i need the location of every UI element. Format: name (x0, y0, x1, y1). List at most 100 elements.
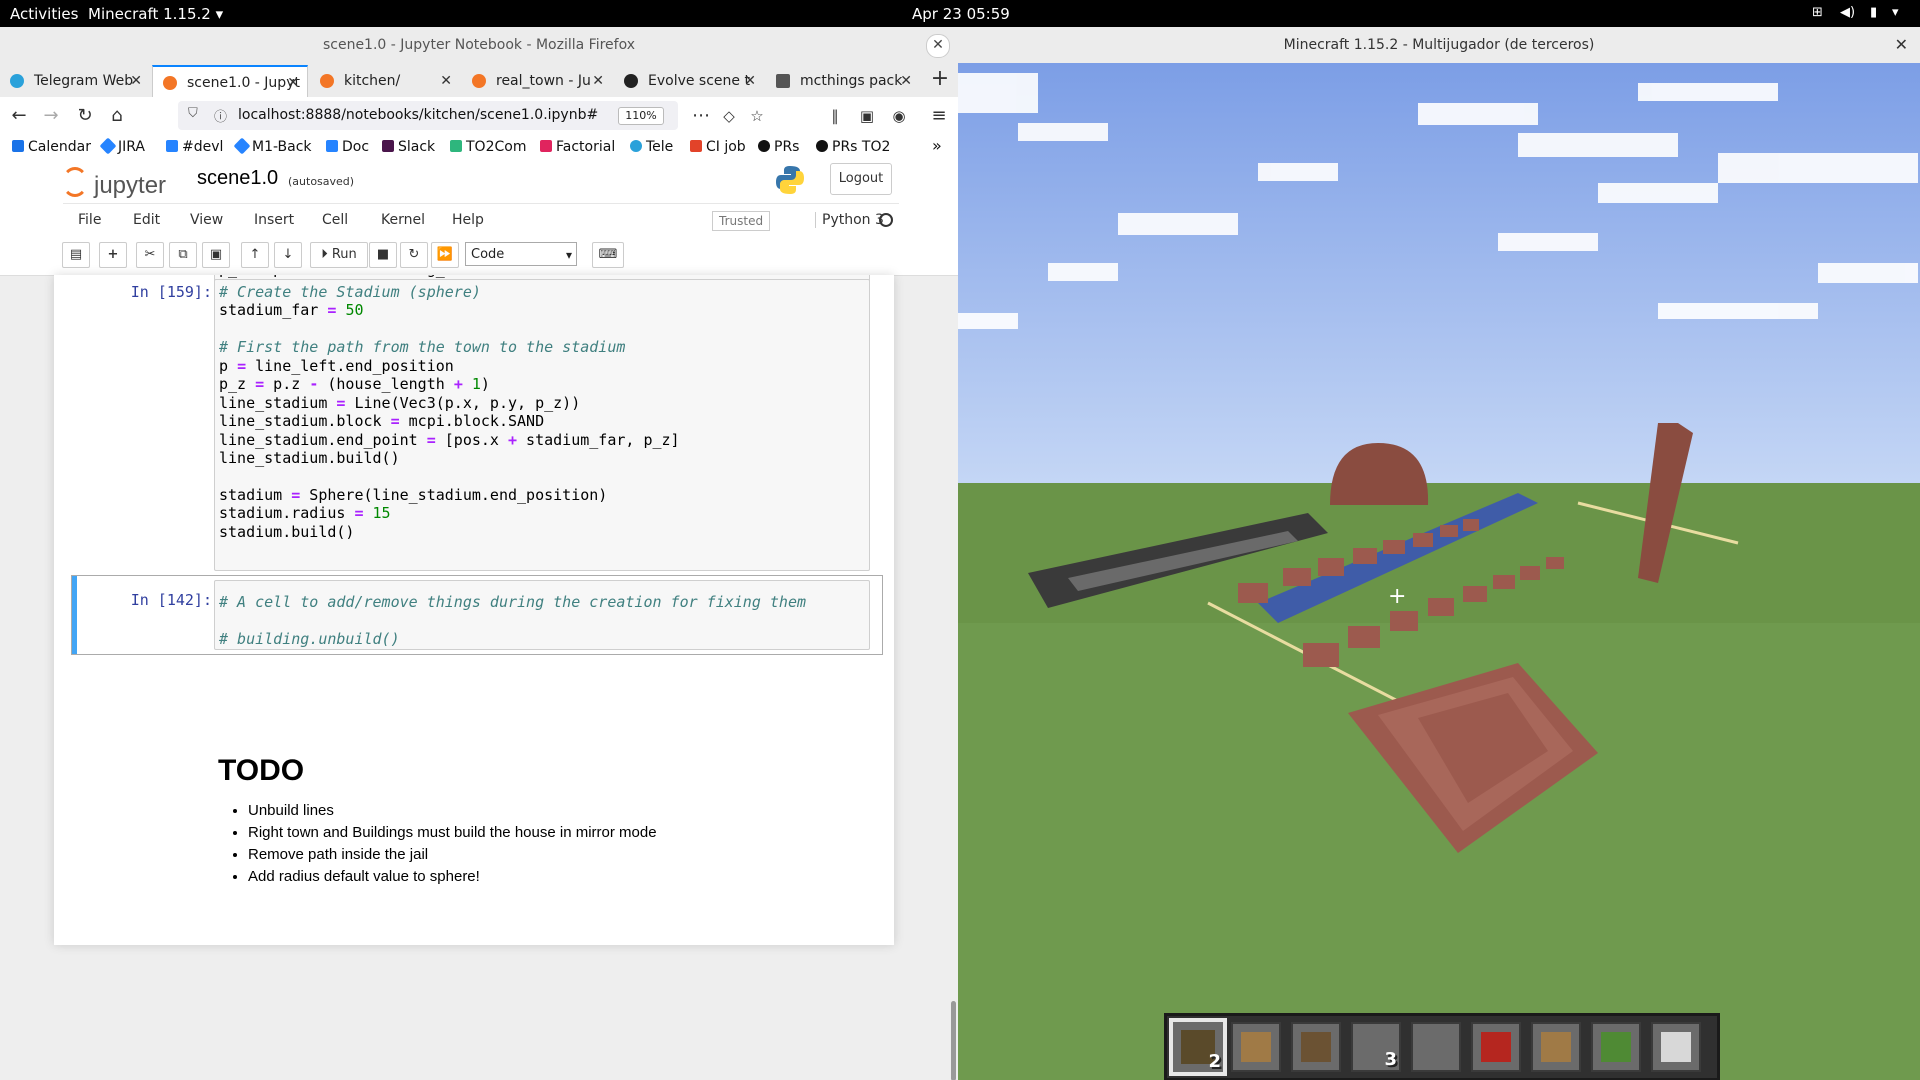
hotbar-slot-grass-block[interactable] (1591, 1022, 1641, 1072)
close-icon[interactable]: ✕ (1895, 35, 1908, 54)
hotbar-slot-flint-and-steel[interactable] (1411, 1022, 1461, 1072)
bookmark-to2com[interactable]: TO2Com (450, 139, 526, 155)
kernel-name[interactable]: Python 3 (815, 212, 884, 228)
bookmark-ci-job[interactable]: CI job (690, 139, 746, 155)
bookmark-calendar[interactable]: Calendar (12, 139, 91, 155)
cell-source[interactable]: # A cell to add/remove things during the… (219, 593, 806, 648)
keyboard-icon[interactable]: ⌨ (592, 242, 624, 268)
menu-edit[interactable]: Edit (133, 212, 160, 228)
more-icon[interactable]: ⋯ (688, 103, 714, 129)
menu-help[interactable]: Help (452, 212, 484, 228)
tab-real-town[interactable]: real_town - Ju ✕ (462, 65, 612, 97)
url-bar[interactable]: ⛉ ⓘ localhost:8888/notebooks/kitchen/sce… (178, 101, 678, 130)
jupyter-logo[interactable]: jupyter (62, 167, 166, 200)
add-cell-icon[interactable]: + (99, 242, 127, 268)
oak-log-icon (1301, 1032, 1331, 1062)
restart-icon[interactable]: ↻ (400, 242, 428, 268)
menu-icon[interactable]: ≡ (926, 103, 952, 129)
tab-close-icon[interactable]: ✕ (130, 65, 142, 97)
activities-button[interactable]: Activities (10, 5, 78, 23)
menu-insert[interactable]: Insert (254, 212, 294, 228)
bookmark-doc[interactable]: Doc (326, 139, 369, 155)
close-icon[interactable]: ✕ (926, 34, 950, 58)
zoom-level[interactable]: 110% (618, 107, 664, 125)
back-icon[interactable]: ← (6, 103, 32, 129)
bookmark-prs[interactable]: PRs (758, 139, 799, 155)
pocket-icon[interactable]: ◇ (716, 103, 742, 129)
network-icon[interactable]: ⊞ (1812, 5, 1823, 20)
hotbar-slot-torch[interactable]: 2 (1169, 1018, 1227, 1076)
menu-kernel[interactable]: Kernel (381, 212, 425, 228)
stop-icon[interactable]: ■ (369, 242, 397, 268)
hotbar-slot-iron-block[interactable] (1651, 1022, 1701, 1072)
code-cell[interactable]: # A cell to add/remove things during the… (214, 580, 870, 650)
game-viewport[interactable]: + (958, 63, 1920, 1080)
restart-run-all-icon[interactable]: ⏩ (431, 242, 459, 268)
code-cell[interactable]: # Create the Stadium (sphere) stadium_fa… (214, 279, 870, 571)
notebook-name[interactable]: scene1.0 (197, 167, 278, 190)
run-button[interactable]: ⏵ Run (310, 242, 368, 268)
bookmark-star-icon[interactable]: ☆ (744, 103, 770, 129)
menu-file[interactable]: File (78, 212, 101, 228)
bookmark-m1-back[interactable]: M1-Back (233, 137, 312, 155)
clock[interactable]: Apr 23 05:59 (912, 5, 1010, 23)
tab-close-icon[interactable]: ✕ (592, 65, 604, 97)
markdown-cell[interactable]: TODO Unbuild lines Right town and Buildi… (218, 754, 818, 888)
copy-icon[interactable]: ⧉ (169, 242, 197, 268)
system-menu-icon[interactable]: ▾ (1892, 5, 1899, 20)
grass-block-icon (1601, 1032, 1631, 1062)
tab-evolve[interactable]: Evolve scene t ✕ (614, 65, 764, 97)
tab-close-icon[interactable]: ✕ (440, 65, 452, 97)
url-text[interactable]: localhost:8888/notebooks/kitchen/scene1.… (238, 107, 598, 123)
info-icon[interactable]: ⓘ (214, 106, 227, 125)
new-tab-button[interactable]: + (925, 63, 955, 97)
move-up-icon[interactable]: ↑ (241, 242, 269, 268)
bookmark-devl[interactable]: #devl (166, 139, 223, 155)
tab-close-icon[interactable]: ✕ (287, 67, 299, 97)
hotbar-slot-tnt[interactable] (1471, 1022, 1521, 1072)
library-icon[interactable]: ∥ (822, 103, 848, 129)
bookmark-slack[interactable]: Slack (382, 139, 435, 155)
home-icon[interactable]: ⌂ (104, 103, 130, 129)
tab-mcthings[interactable]: mcthings pack ✕ (766, 65, 920, 97)
tab-bar: Telegram Web ✕ scene1.0 - Jupyt ✕ kitchen/… (0, 63, 958, 97)
kernel-status-icon (879, 213, 893, 227)
scrollbar[interactable] (951, 1001, 956, 1080)
shield-icon[interactable]: ⛉ (188, 106, 198, 121)
bookmark-factorial[interactable]: Factorial (540, 139, 615, 155)
tab-telegram[interactable]: Telegram Web ✕ (0, 65, 150, 97)
paste-icon[interactable]: ▣ (202, 242, 230, 268)
tab-kitchen[interactable]: kitchen/✕ (310, 65, 460, 97)
crosshair-icon: + (1388, 584, 1406, 609)
menu-view[interactable]: View (190, 212, 223, 228)
battery-icon[interactable]: ▮ (1870, 5, 1877, 20)
cell-source[interactable]: # Create the Stadium (sphere) stadium_fa… (219, 283, 680, 541)
move-down-icon[interactable]: ↓ (274, 242, 302, 268)
tab-close-icon[interactable]: ✕ (744, 65, 756, 97)
bookmark-tele[interactable]: Tele (630, 139, 673, 155)
tab-scene[interactable]: scene1.0 - Jupyt ✕ (152, 65, 308, 97)
notebook-container: p_z = p.z - 2 * building_width building2… (54, 275, 894, 945)
bookmark-prs-to2[interactable]: PRs TO2 (816, 139, 890, 155)
trusted-badge[interactable]: Trusted (712, 211, 771, 231)
tab-close-icon[interactable]: ✕ (900, 65, 912, 97)
menu-cell[interactable]: Cell (322, 212, 348, 228)
logout-button[interactable]: Logout (830, 163, 892, 195)
reload-icon[interactable]: ↻ (72, 103, 98, 129)
hotbar-slot-stick[interactable]: 3 (1351, 1022, 1401, 1072)
app-menu[interactable]: Minecraft 1.15.2 ▾ (88, 5, 223, 23)
list-item: Add radius default value to sphere! (248, 866, 818, 888)
bookmark-jira[interactable]: JIRA (99, 137, 145, 155)
cut-icon[interactable]: ✂ (136, 242, 164, 268)
hotbar-slot-oak-door[interactable] (1531, 1022, 1581, 1072)
bookmarks-overflow-icon[interactable]: » (932, 136, 942, 155)
oak-planks-icon (1241, 1032, 1271, 1062)
cell-type-select[interactable]: Code (465, 242, 577, 267)
hotbar-slot-oak-planks[interactable] (1231, 1022, 1281, 1072)
volume-icon[interactable]: ◀) (1840, 5, 1855, 20)
hotbar-slot-oak-log[interactable] (1291, 1022, 1341, 1072)
save-icon[interactable]: ▤ (62, 242, 90, 268)
sidebar-icon[interactable]: ▣ (854, 103, 880, 129)
forward-icon[interactable]: → (38, 103, 64, 129)
account-icon[interactable]: ◉ (886, 103, 912, 129)
